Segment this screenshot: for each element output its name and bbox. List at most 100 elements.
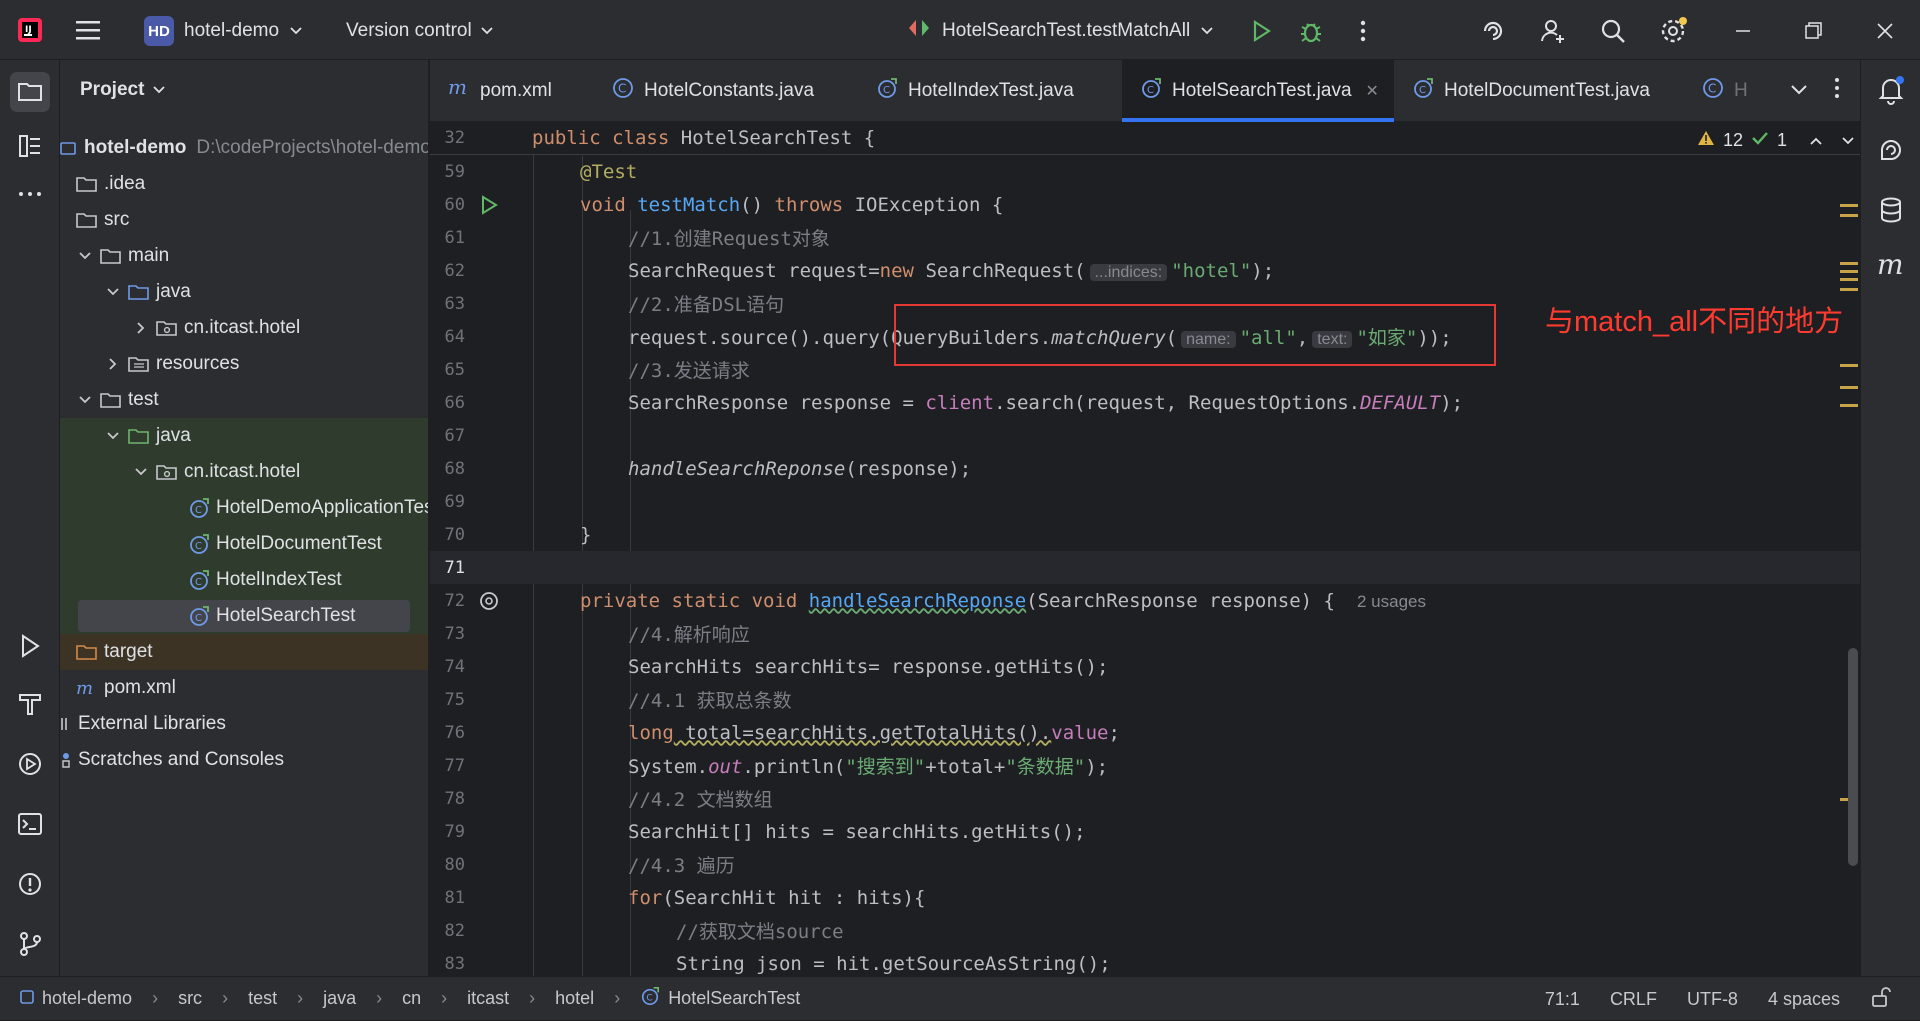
chevron-down-icon[interactable] <box>104 427 122 445</box>
code-line-69[interactable]: 69 <box>430 485 1860 518</box>
warning-stripe-marker[interactable] <box>1840 288 1858 291</box>
warning-stripe-marker[interactable] <box>1840 364 1858 367</box>
git-tool-icon[interactable] <box>10 924 50 964</box>
settings-gear-icon[interactable] <box>1656 14 1690 48</box>
previous-highlight-icon[interactable] <box>1809 130 1823 151</box>
chevron-right-icon[interactable] <box>132 319 150 337</box>
breadcrumb-item[interactable]: src <box>178 988 202 1009</box>
tree-item-hotelindextest[interactable]: C HotelIndexTest <box>60 562 428 598</box>
tab-options-icon[interactable] <box>1834 77 1840 105</box>
more-tools-icon[interactable] <box>10 172 50 212</box>
tree-item-hoteldemoapplicationtests[interactable]: C HotelDemoApplicationTests <box>60 490 428 526</box>
code-line-79[interactable]: 79 SearchHit[] hits = searchHits.getHits… <box>430 815 1860 848</box>
project-switcher[interactable]: HD hotel-demo <box>138 14 309 48</box>
code-line-66[interactable]: 66 SearchResponse response = client.sear… <box>430 386 1860 419</box>
chevron-down-icon[interactable] <box>104 283 122 301</box>
code-line-70[interactable]: 70 } <box>430 518 1860 551</box>
run-tool-icon[interactable] <box>10 626 50 666</box>
chevron-down-icon[interactable] <box>76 247 94 265</box>
tree-item-scratches[interactable]: Scratches and Consoles <box>60 742 428 778</box>
code-line-62[interactable]: 62 SearchRequest request=new SearchReque… <box>430 254 1860 287</box>
tab-hoteldocumenttest[interactable]: C HotelDocumentTest.java <box>1394 60 1684 122</box>
code-line-59[interactable]: 59 @Test <box>430 155 1860 188</box>
chevron-down-icon[interactable] <box>76 391 94 409</box>
breadcrumb-item[interactable]: test <box>248 988 277 1009</box>
code-line-83[interactable]: 83 String json = hit.getSourceAsString()… <box>430 947 1860 976</box>
debug-icon[interactable] <box>1294 14 1328 48</box>
close-icon[interactable] <box>1868 14 1902 48</box>
run-test-gutter-icon[interactable] <box>478 194 500 216</box>
next-highlight-icon[interactable] <box>1841 130 1855 151</box>
tab-hotelconstants[interactable]: C HotelConstants.java <box>594 60 858 122</box>
tree-item-idea[interactable]: .idea <box>60 166 428 202</box>
project-panel-header[interactable]: Project <box>60 60 428 120</box>
code-line-68[interactable]: 68 handleSearchReponse(response); <box>430 452 1860 485</box>
tree-item-resources[interactable]: resources <box>60 346 428 382</box>
search-icon[interactable] <box>1596 14 1630 48</box>
problems-tool-icon[interactable] <box>10 864 50 904</box>
tree-item-pom[interactable]: m pom.xml <box>60 670 428 706</box>
lock-open-icon[interactable] <box>1870 986 1892 1013</box>
tree-item-target[interactable]: target <box>60 634 428 670</box>
code-line-80[interactable]: 80 //4.3 遍历 <box>430 848 1860 881</box>
breadcrumb-item[interactable]: HotelSearchTest <box>668 988 800 1009</box>
code-line-74[interactable]: 74 SearchHits searchHits= response.getHi… <box>430 650 1860 683</box>
line-separator[interactable]: CRLF <box>1610 989 1657 1010</box>
tree-item-test[interactable]: test <box>60 382 428 418</box>
database-icon[interactable] <box>1871 190 1911 230</box>
tree-item-test-java[interactable]: java <box>60 418 428 454</box>
tree-item-hoteldocumenttest[interactable]: C HotelDocumentTest <box>60 526 428 562</box>
code-line-76[interactable]: 76 long total=searchHits.getTotalHits().… <box>430 716 1860 749</box>
breadcrumb-item[interactable]: cn <box>402 988 421 1009</box>
structure-tool-icon[interactable] <box>10 126 50 166</box>
tree-item-test-package[interactable]: cn.itcast.hotel <box>60 454 428 490</box>
vertical-scrollbar[interactable] <box>1848 648 1858 866</box>
warning-stripe-marker[interactable] <box>1840 404 1858 407</box>
usages-at-gutter-icon[interactable] <box>478 590 500 612</box>
warning-stripe-marker[interactable] <box>1840 262 1858 265</box>
warning-stripe-marker[interactable] <box>1840 386 1858 389</box>
tree-root-hotel-demo[interactable]: hotel-demo D:\codeProjects\hotel-demo <box>60 130 428 166</box>
breadcrumb-item[interactable]: java <box>323 988 356 1009</box>
breadcrumb-item[interactable]: hotel <box>555 988 594 1009</box>
tree-item-main-package[interactable]: cn.itcast.hotel <box>60 310 428 346</box>
tab-pom-xml[interactable]: m pom.xml <box>430 60 594 122</box>
restore-icon[interactable] <box>1796 14 1830 48</box>
code-line-82[interactable]: 82 //获取文档source <box>430 914 1860 947</box>
chevron-right-icon[interactable] <box>104 355 122 373</box>
warning-stripe-marker[interactable] <box>1840 214 1858 217</box>
minimize-icon[interactable] <box>1726 14 1760 48</box>
ai-chat-icon[interactable] <box>1871 130 1911 170</box>
intellij-logo-icon[interactable]: IJ <box>16 16 44 44</box>
code-line-73[interactable]: 73 //4.解析响应 <box>430 617 1860 650</box>
ai-assistant-icon[interactable] <box>1476 14 1510 48</box>
run-configuration-selector[interactable]: HotelSearchTest.testMatchAll <box>906 14 1214 48</box>
tab-hotelsearchtest[interactable]: C HotelSearchTest.java ✕ <box>1122 60 1394 122</box>
tab-hotelindextest[interactable]: C HotelIndexTest.java <box>858 60 1122 122</box>
sticky-line-32[interactable]: 32 public class HotelSearchTest { <box>430 122 1860 155</box>
code-line-78[interactable]: 78 //4.2 文档数组 <box>430 782 1860 815</box>
tree-item-external-libraries[interactable]: External Libraries <box>60 706 428 742</box>
file-encoding[interactable]: UTF-8 <box>1687 989 1738 1010</box>
add-user-icon[interactable] <box>1536 14 1570 48</box>
tree-item-main-java[interactable]: java <box>60 274 428 310</box>
version-control-menu[interactable]: Version control <box>346 14 494 48</box>
tree-item-src[interactable]: src <box>60 202 428 238</box>
maven-tool-icon[interactable]: m <box>1871 244 1911 284</box>
warning-stripe-marker[interactable] <box>1840 204 1858 207</box>
usages-hint[interactable]: 2 usages <box>1357 592 1426 611</box>
code-editor[interactable]: 32 public class HotelSearchTest { 59 @Te… <box>430 122 1860 976</box>
main-menu-icon[interactable] <box>72 16 104 44</box>
inspection-widget[interactable]: 12 1 <box>1697 130 1855 151</box>
notifications-bell-icon[interactable] <box>1871 70 1911 110</box>
tab-list-chevron-icon[interactable] <box>1790 80 1808 102</box>
chevron-down-icon[interactable] <box>132 463 150 481</box>
project-tool-icon[interactable] <box>10 72 50 112</box>
indent-setting[interactable]: 4 spaces <box>1768 989 1840 1010</box>
code-line-72[interactable]: 72 private static void handleSearchRepon… <box>430 584 1860 617</box>
run-icon[interactable] <box>1244 14 1278 48</box>
code-line-60[interactable]: 60 void testMatch() throws IOException { <box>430 188 1860 221</box>
warning-stripe-marker[interactable] <box>1840 270 1858 273</box>
code-line-71-current[interactable]: 71 <box>430 551 1860 584</box>
code-line-75[interactable]: 75 //4.1 获取总条数 <box>430 683 1860 716</box>
